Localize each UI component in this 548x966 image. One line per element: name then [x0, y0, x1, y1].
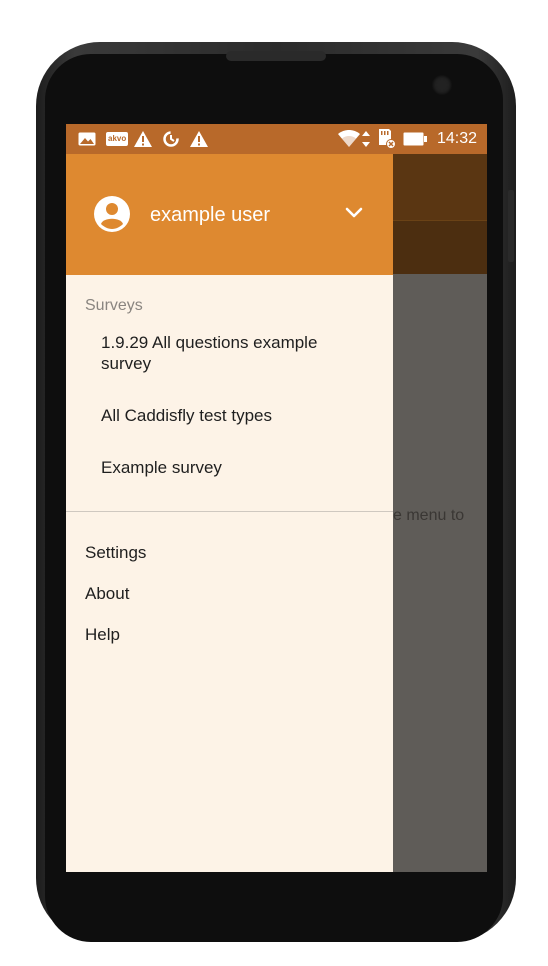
front-camera — [432, 75, 452, 95]
survey-item[interactable]: Example survey — [101, 457, 351, 478]
speaker-grille — [226, 51, 326, 61]
menu-item-about[interactable]: About — [85, 584, 129, 604]
battery-icon — [403, 130, 427, 148]
warning-icon — [190, 130, 208, 148]
sync-icon — [162, 130, 180, 148]
side-button — [508, 190, 514, 262]
status-time: 14:32 — [436, 130, 477, 147]
background-hint-text: e menu to — [393, 507, 465, 524]
survey-item[interactable]: 1.9.29 All questions example survey — [101, 332, 351, 374]
image-icon — [78, 130, 96, 148]
warning-icon — [134, 130, 152, 148]
drawer-header[interactable]: example user — [66, 154, 393, 275]
menu-item-settings[interactable]: Settings — [85, 543, 146, 563]
account-circle-icon — [94, 196, 130, 232]
surveys-section-label: Surveys — [85, 297, 143, 314]
screen: akvo 14:32 e menu to example user Survey… — [66, 124, 487, 872]
navigation-drawer: example user Surveys 1.9.29 All question… — [66, 154, 393, 872]
akvo-icon: akvo — [106, 130, 129, 148]
wifi-icon — [338, 130, 360, 148]
data-arrows-icon — [362, 130, 370, 148]
sd-card-icon — [376, 129, 396, 149]
drawer-divider — [66, 511, 393, 512]
survey-item[interactable]: All Caddisfly test types — [101, 405, 351, 426]
chevron-down-icon[interactable] — [345, 206, 363, 220]
user-name: example user — [150, 204, 271, 226]
status-bar: akvo 14:32 — [66, 124, 487, 154]
menu-item-help[interactable]: Help — [85, 625, 120, 645]
